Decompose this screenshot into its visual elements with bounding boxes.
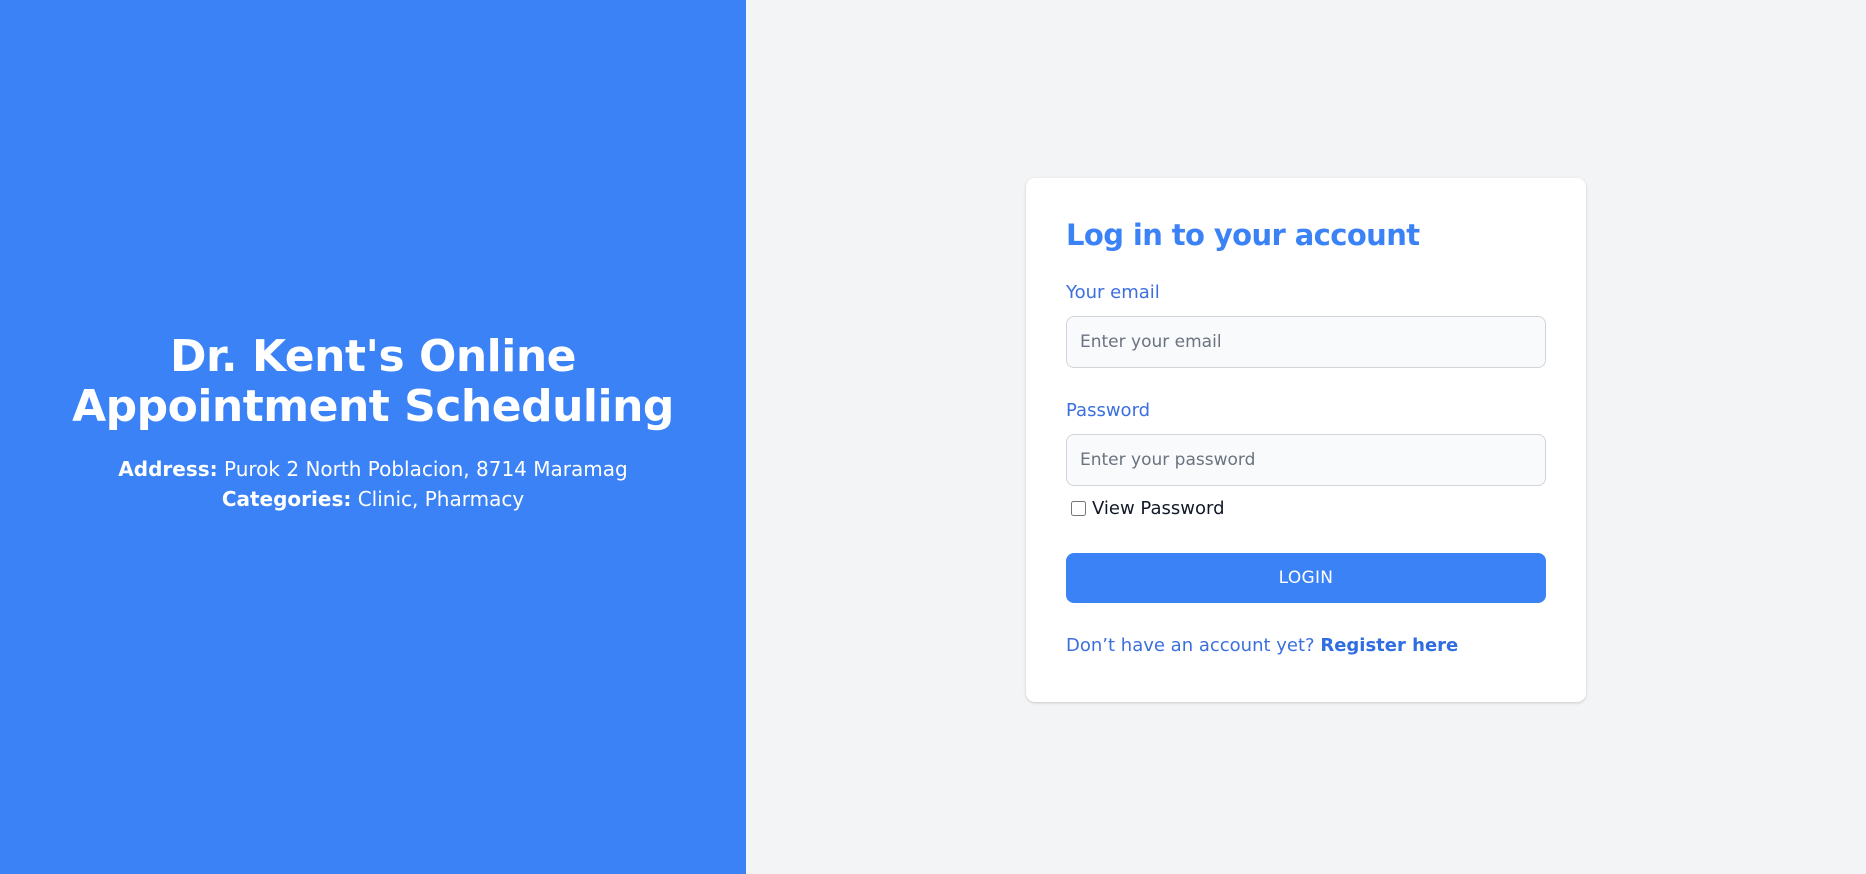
- login-card: Log in to your account Your email Passwo…: [1026, 178, 1586, 702]
- address-value: Purok 2 North Poblacion, 8714 Maramag: [224, 457, 628, 481]
- password-input[interactable]: [1066, 434, 1546, 486]
- view-password-row: View Password: [1066, 498, 1546, 519]
- branding-panel: Dr. Kent's Online Appointment Scheduling…: [0, 0, 746, 874]
- password-label: Password: [1066, 400, 1151, 421]
- view-password-checkbox[interactable]: [1071, 501, 1086, 516]
- login-button[interactable]: LOGIN: [1066, 553, 1546, 603]
- register-prompt-line: Don’t have an account yet? Register here: [1066, 635, 1546, 656]
- address-line: Address: Purok 2 North Poblacion, 8714 M…: [118, 454, 627, 484]
- login-title: Log in to your account: [1066, 218, 1420, 252]
- clinic-title: Dr. Kent's Online Appointment Scheduling: [72, 331, 674, 432]
- categories-label: Categories:: [221, 487, 352, 511]
- view-password-label[interactable]: View Password: [1092, 498, 1225, 519]
- password-group: Password: [1066, 400, 1546, 486]
- register-link[interactable]: Register here: [1320, 635, 1458, 656]
- categories-line: Categories: Clinic, Pharmacy: [222, 484, 524, 514]
- email-label: Your email: [1066, 282, 1160, 303]
- categories-value: Clinic, Pharmacy: [357, 487, 525, 511]
- register-prompt: Don’t have an account yet?: [1066, 635, 1315, 656]
- email-input[interactable]: [1066, 316, 1546, 368]
- login-panel: Log in to your account Your email Passwo…: [746, 0, 1866, 874]
- email-group: Your email: [1066, 282, 1546, 368]
- address-label: Address:: [118, 457, 218, 481]
